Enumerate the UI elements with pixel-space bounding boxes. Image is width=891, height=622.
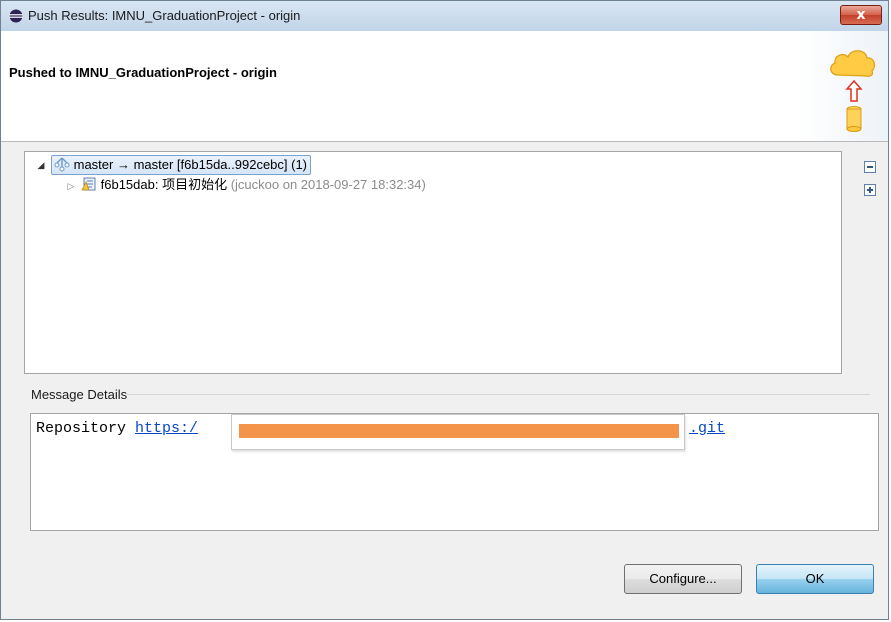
collapse-all-icon[interactable] [864, 161, 876, 173]
message-details-box[interactable]: Repository https:/ .git [30, 413, 879, 531]
redaction-bar [239, 424, 679, 438]
expand-all-icon[interactable] [864, 184, 876, 196]
eclipse-icon [9, 9, 23, 23]
push-to-cloud-icon [830, 50, 876, 132]
window-title: Push Results: IMNU_GraduationProject - o… [28, 8, 301, 23]
expanded-arrow-icon[interactable]: ◢ [35, 155, 47, 175]
ref-update-label: master → master [f6b15da..992cebc] (1) [73, 156, 308, 172]
branch-push-icon [54, 157, 70, 172]
close-button[interactable]: x [840, 5, 882, 25]
dialog-header: Pushed to IMNU_GraduationProject - origi… [1, 31, 888, 142]
message-text: Repository https:/ [36, 420, 198, 437]
close-icon: x [856, 7, 866, 23]
ok-button[interactable]: OK [756, 564, 874, 594]
redaction-overlay [231, 414, 685, 450]
section-divider [127, 394, 870, 395]
selected-node[interactable]: master → master [f6b15da..992cebc] (1) [50, 154, 312, 175]
commit-icon [80, 177, 96, 191]
repository-link[interactable]: https:/ [135, 420, 198, 437]
configure-button[interactable]: Configure... [624, 564, 742, 594]
collapsed-arrow-icon[interactable]: ▷ [65, 176, 77, 196]
tree-row-ref-update[interactable]: ◢ master → master [f6b15da..992cebc] (1) [35, 154, 312, 175]
message-prefix: Repository [36, 420, 127, 437]
push-results-dialog: Push Results: IMNU_GraduationProject - o… [0, 0, 889, 620]
tree-row-commit[interactable]: ▷ f6b15dab: 项目初始化 (jcuckoo on 2018-09-27… [65, 175, 426, 195]
message-details-label: Message Details [31, 387, 128, 402]
title-bar[interactable]: Push Results: IMNU_GraduationProject - o… [1, 1, 888, 32]
commit-meta: (jcuckoo on 2018-09-27 18:32:34) [230, 177, 426, 192]
commit-label: f6b15dab: 项目初始化 [100, 177, 228, 192]
header-title: Pushed to IMNU_GraduationProject - origi… [9, 65, 277, 80]
repository-link-end[interactable]: .git [689, 420, 725, 437]
push-results-tree[interactable]: ◢ master → master [f6b15da..992cebc] (1)… [24, 151, 842, 374]
